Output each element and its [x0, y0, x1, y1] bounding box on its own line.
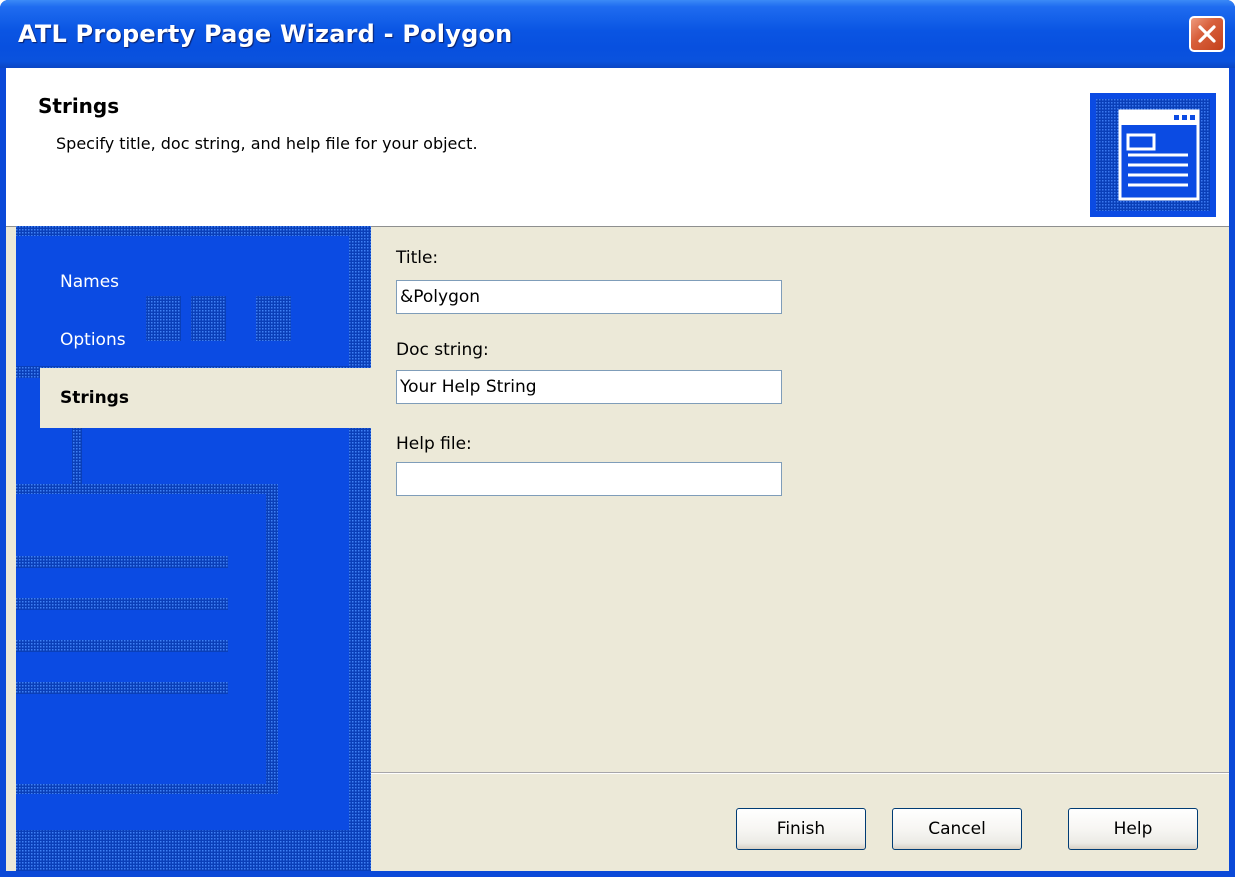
finish-button[interactable]: Finish — [736, 808, 866, 850]
sidebar-item-strings[interactable]: Strings — [40, 368, 371, 428]
title-bar[interactable]: ATL Property Page Wizard - Polygon — [0, 0, 1235, 68]
dialog-client: Strings Specify title, doc string, and h… — [6, 68, 1229, 871]
title-field[interactable] — [396, 280, 782, 314]
doc-string-field[interactable] — [396, 370, 782, 404]
cancel-button[interactable]: Cancel — [892, 808, 1022, 850]
page-title: Strings — [38, 94, 120, 118]
close-button[interactable] — [1189, 16, 1225, 52]
sidebar-item-names[interactable]: Names — [40, 252, 371, 312]
help-file-label: Help file: — [396, 434, 472, 454]
wizard-header: Strings Specify title, doc string, and h… — [6, 68, 1229, 227]
doc-string-label: Doc string: — [396, 340, 489, 360]
title-label: Title: — [396, 248, 439, 268]
window-frame-bottom — [0, 871, 1235, 877]
window-title: ATL Property Page Wizard - Polygon — [18, 20, 513, 48]
help-button[interactable]: Help — [1068, 808, 1198, 850]
footer-separator — [371, 772, 1229, 774]
wizard-window: ATL Property Page Wizard - Polygon Strin… — [0, 0, 1235, 877]
help-file-field[interactable] — [396, 462, 782, 496]
page-subtitle: Specify title, doc string, and help file… — [56, 134, 478, 153]
property-page-icon — [1090, 93, 1216, 217]
sidebar-item-options[interactable]: Options — [40, 310, 371, 370]
wizard-sidebar: Names Options Strings — [16, 226, 371, 871]
close-icon — [1198, 25, 1216, 43]
